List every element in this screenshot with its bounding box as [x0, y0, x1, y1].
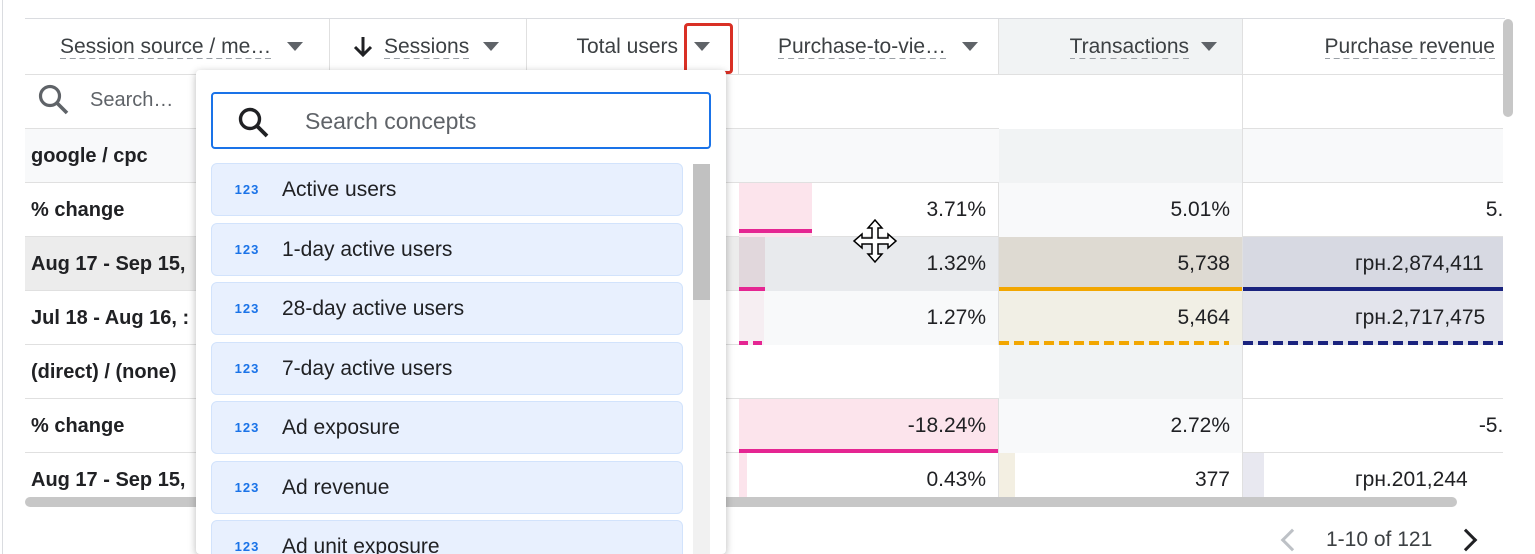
- transactions-cell: 5.01%: [999, 183, 1243, 237]
- row-label: % change: [31, 414, 125, 437]
- transactions-value: 2.72%: [1170, 414, 1230, 437]
- revenue-value: грн.2,874,411: [1355, 252, 1484, 275]
- report-table-frame: Session source / me… Sessions Total user…: [0, 0, 1535, 554]
- concept-item-label: Active users: [282, 177, 397, 201]
- move-cursor-icon: [852, 218, 898, 264]
- column-header-source[interactable]: Session source / me…: [25, 19, 330, 75]
- concept-item-label: Ad revenue: [282, 475, 390, 499]
- value-bar: [739, 291, 764, 345]
- concept-item-label: Ad exposure: [282, 415, 400, 439]
- concept-item[interactable]: 123 7-day active users: [211, 342, 683, 395]
- purchase-to-view-value: 0.43%: [926, 468, 986, 491]
- row-label: Aug 17 - Sep 15,: [31, 468, 186, 491]
- number-type-icon: 123: [234, 420, 260, 435]
- change-bar-line: [739, 229, 812, 233]
- highlighted-dropdown-button[interactable]: [684, 23, 733, 74]
- revenue-value: грн.2,717,475: [1355, 306, 1486, 329]
- transactions-cell: 5,738: [999, 237, 1243, 291]
- concept-item-label: Ad unit exposure: [282, 534, 440, 554]
- transactions-cell: 5,464: [999, 291, 1243, 345]
- column-header-total-users-label: Total users: [576, 34, 678, 58]
- concept-item-label: 1-day active users: [282, 237, 453, 261]
- number-type-icon: 123: [234, 182, 260, 197]
- transactions-value: 5,738: [1177, 252, 1230, 275]
- purchase-to-view-value: 1.32%: [926, 252, 986, 275]
- column-header-source-label: Session source / me…: [60, 34, 272, 58]
- table-search-input[interactable]: Search…: [90, 89, 173, 112]
- concept-item-label: 7-day active users: [282, 356, 453, 380]
- transactions-value: 5,464: [1177, 306, 1230, 329]
- search-icon[interactable]: [37, 83, 71, 117]
- purchase-to-view-cell: -18.24%: [739, 399, 999, 453]
- column-header-purchase-revenue[interactable]: Purchase revenue: [1243, 19, 1503, 75]
- transactions-cell: [999, 345, 1243, 399]
- concept-item[interactable]: 123 Ad unit exposure: [211, 520, 683, 554]
- revenue-value: грн.201,244: [1355, 468, 1468, 491]
- number-type-icon: 123: [234, 480, 260, 495]
- sort-descending-icon[interactable]: [352, 35, 374, 59]
- concept-item[interactable]: 123 1-day active users: [211, 223, 683, 276]
- search-row-cell: [999, 75, 1243, 129]
- concept-search-field[interactable]: Search concepts: [211, 92, 711, 149]
- column-header-purchase-revenue-label: Purchase revenue: [1324, 34, 1495, 58]
- concept-item[interactable]: 123 Active users: [211, 163, 683, 216]
- column-header-sessions[interactable]: Sessions: [330, 19, 527, 75]
- concept-item[interactable]: 123 Ad revenue: [211, 461, 683, 514]
- value-bar: [739, 453, 747, 497]
- transactions-value: 5.01%: [1170, 198, 1230, 221]
- transactions-cell: 377: [999, 453, 1243, 497]
- chevron-right-icon[interactable]: [1454, 528, 1478, 552]
- dropdown-arrow-icon[interactable]: [1201, 42, 1217, 51]
- number-type-icon: 123: [234, 361, 260, 376]
- column-header-transactions[interactable]: Transactions: [999, 19, 1243, 75]
- value-bar: [1243, 453, 1264, 497]
- concept-item-label: 28-day active users: [282, 296, 465, 320]
- transactions-cell: 2.72%: [999, 399, 1243, 453]
- row-label: % change: [31, 198, 125, 221]
- row-label: (direct) / (none): [31, 360, 177, 383]
- transactions-value: 377: [1194, 468, 1230, 491]
- search-row-cell: [1243, 75, 1503, 129]
- revenue-value: 5.7: [1485, 198, 1503, 221]
- frame-edge: [2, 0, 3, 554]
- revenue-cell: грн.2,717,475: [1243, 291, 1503, 345]
- number-type-icon: 123: [234, 301, 260, 316]
- metric-picker-dropdown: Search concepts 123 Active users 123 1-day…: [196, 70, 726, 554]
- purchase-to-view-cell: 0.43%: [739, 453, 999, 497]
- dropdown-arrow-icon[interactable]: [962, 42, 979, 51]
- revenue-cell: грн.2,874,411: [1243, 237, 1503, 291]
- column-header-purchase-to-view-label: Purchase-to-vie…: [778, 34, 947, 58]
- pagination: 1-10 of 121: [1280, 525, 1478, 554]
- transactions-cell: [999, 129, 1243, 183]
- chevron-left-icon[interactable]: [1280, 528, 1304, 552]
- dropdown-arrow-icon[interactable]: [287, 42, 304, 51]
- purchase-to-view-value: 3.71%: [926, 198, 986, 221]
- column-header-sessions-label: Sessions: [384, 34, 470, 58]
- pagination-range: 1-10 of 121: [1326, 528, 1433, 551]
- number-type-icon: 123: [234, 242, 260, 257]
- row-label: google / cpc: [31, 144, 148, 167]
- row-label: Aug 17 - Sep 15,: [31, 252, 186, 275]
- purchase-to-view-value: 1.27%: [926, 306, 986, 329]
- dropdown-arrow-icon[interactable]: [483, 42, 500, 51]
- number-type-icon: 123: [234, 539, 260, 554]
- dropdown-scrollbar[interactable]: [693, 164, 710, 300]
- revenue-cell: грн.201,244: [1243, 453, 1503, 497]
- column-header-transactions-label: Transactions: [1069, 34, 1189, 58]
- search-icon: [238, 107, 269, 138]
- concept-search-input[interactable]: Search concepts: [305, 108, 476, 135]
- revenue-cell: -5.9: [1243, 399, 1503, 453]
- row-label: Jul 18 - Aug 16, :: [31, 306, 190, 329]
- concept-item[interactable]: 123 Ad exposure: [211, 401, 683, 454]
- value-bar: [999, 453, 1015, 497]
- vertical-scrollbar[interactable]: [1503, 19, 1513, 117]
- value-bar: [739, 237, 765, 291]
- concept-item[interactable]: 123 28-day active users: [211, 282, 683, 335]
- column-header-purchase-to-view[interactable]: Purchase-to-vie…: [739, 19, 999, 75]
- purchase-to-view-cell: 1.27%: [739, 291, 999, 345]
- revenue-cell: 5.7: [1243, 183, 1503, 237]
- revenue-value: -5.9: [1478, 414, 1503, 437]
- purchase-to-view-value: -18.24%: [907, 414, 986, 437]
